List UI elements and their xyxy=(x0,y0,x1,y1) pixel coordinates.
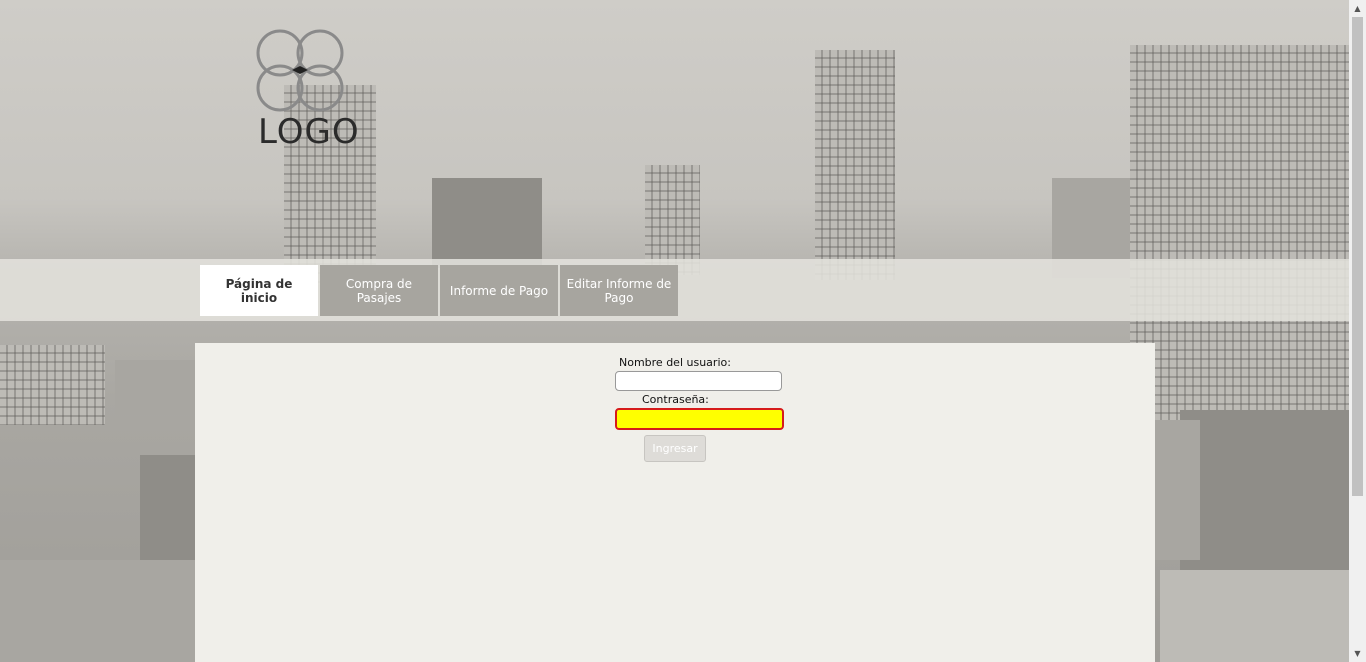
logo-text: LOGO xyxy=(258,112,360,152)
username-label: Nombre del usuario: xyxy=(619,356,731,369)
scroll-up-icon[interactable]: ▲ xyxy=(1349,0,1366,17)
tab-buy-tickets[interactable]: Compra de Pasajes xyxy=(320,265,438,316)
vertical-scrollbar[interactable]: ▲ ▼ xyxy=(1349,0,1366,662)
password-label: Contraseña: xyxy=(642,393,709,406)
tab-payment-report[interactable]: Informe de Pago xyxy=(440,265,558,316)
tab-edit-payment-report[interactable]: Editar Informe de Pago xyxy=(560,265,678,316)
password-input[interactable] xyxy=(615,408,784,430)
nav-tabs: Página de inicio Compra de Pasajes Infor… xyxy=(200,265,678,316)
scroll-thumb[interactable] xyxy=(1352,17,1363,496)
scroll-down-icon[interactable]: ▼ xyxy=(1349,645,1366,662)
login-button[interactable]: Ingresar xyxy=(644,435,706,462)
username-input[interactable] xyxy=(615,371,782,391)
tab-home[interactable]: Página de inicio xyxy=(200,265,318,316)
